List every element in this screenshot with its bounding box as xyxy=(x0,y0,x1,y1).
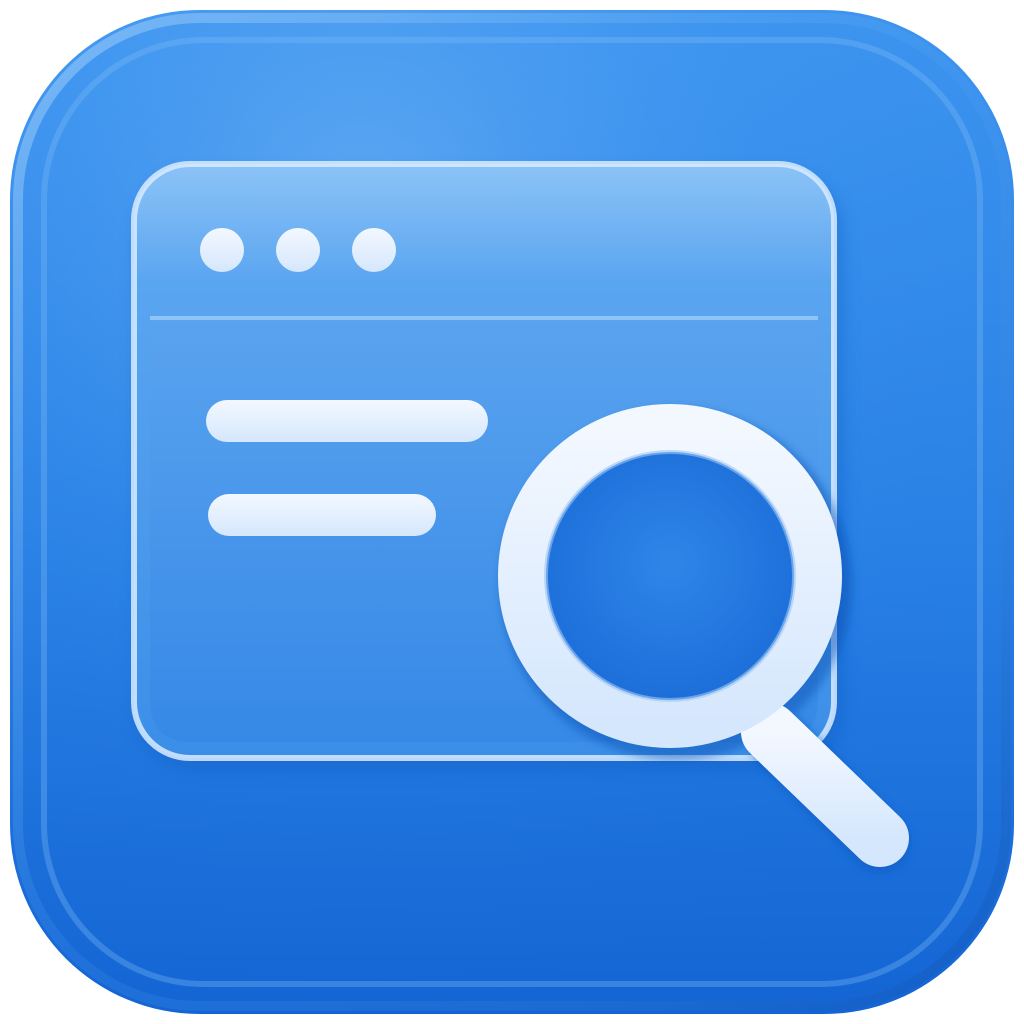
window-dot xyxy=(276,228,320,272)
text-line xyxy=(206,400,488,442)
window-dots xyxy=(200,228,396,272)
window-dot xyxy=(200,228,244,272)
web-search-app-icon[interactable] xyxy=(0,0,1024,1024)
text-line xyxy=(208,494,436,536)
window-dot xyxy=(352,228,396,272)
app-icon-canvas xyxy=(0,0,1024,1024)
